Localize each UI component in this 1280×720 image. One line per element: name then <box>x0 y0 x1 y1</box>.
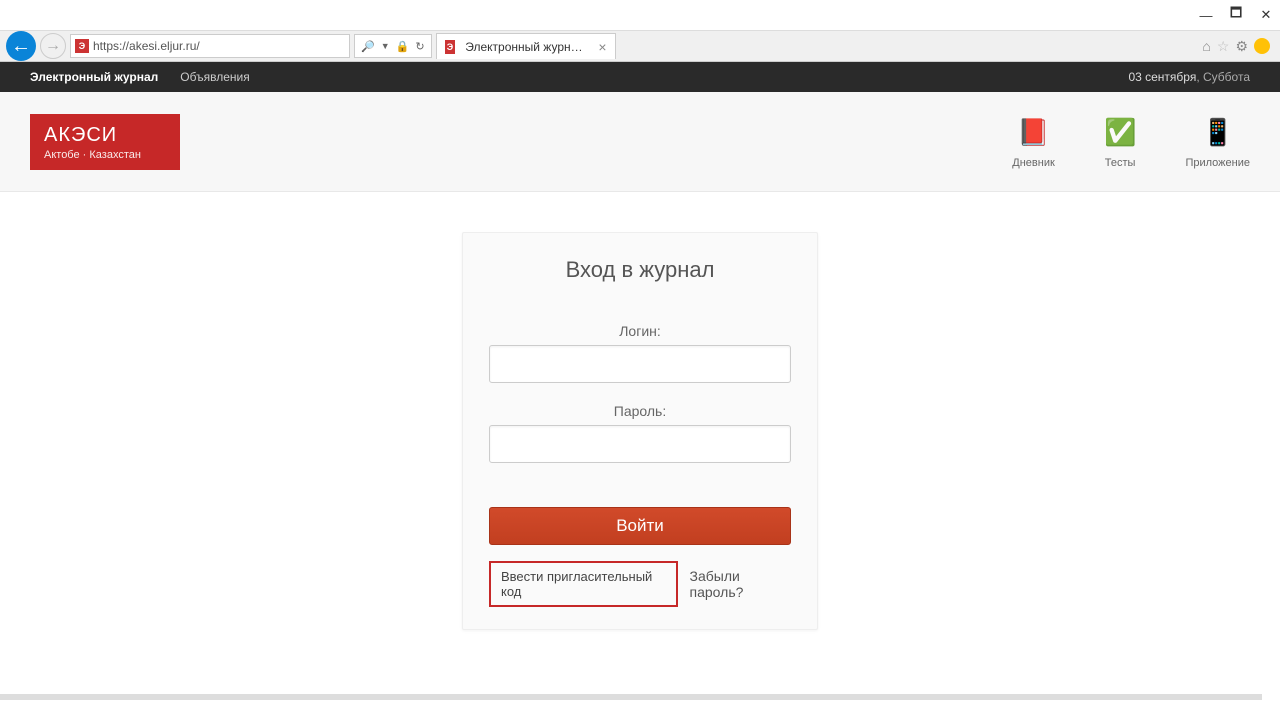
dropdown-icon[interactable]: ▼ <box>381 41 390 51</box>
address-bar[interactable]: Э https://akesi.eljur.ru/ <box>70 34 350 58</box>
site-logo[interactable]: АКЭСИ Актобе · Казахстан <box>30 114 180 170</box>
header-link-diary[interactable]: 📕 Дневник <box>1012 115 1055 169</box>
tab-close-icon[interactable]: × <box>598 39 606 55</box>
diary-icon: 📕 <box>1019 115 1049 151</box>
forgot-password-link[interactable]: Забыли пароль? <box>690 568 791 600</box>
lock-icon: 🔒 <box>396 40 410 53</box>
tests-label: Тесты <box>1105 157 1136 169</box>
logo-title: АКЭСИ <box>44 124 166 147</box>
site-icon: Э <box>75 39 89 53</box>
invite-code-link[interactable]: Ввести пригласительный код <box>489 561 678 607</box>
nav-back-button[interactable]: ← <box>6 31 36 61</box>
site-topbar: Электронный журнал Объявления 03 сентябр… <box>0 62 1280 92</box>
password-label: Пароль: <box>489 403 791 419</box>
topbar-date: 03 сентября, Суббота <box>1128 70 1250 84</box>
bottom-scrollbar[interactable] <box>0 694 1262 700</box>
arrow-right-icon: → <box>45 37 61 55</box>
gear-icon[interactable]: ⚙ <box>1235 38 1248 55</box>
site-header: АКЭСИ Актобе · Казахстан 📕 Дневник ✅ Тес… <box>0 92 1280 192</box>
login-input[interactable] <box>489 345 791 383</box>
tab-title: Электронный журнал — А... <box>465 40 584 54</box>
address-controls: 🔎 ▼ 🔒 ↻ <box>354 34 432 58</box>
nav-announcements[interactable]: Объявления <box>180 70 249 84</box>
password-input[interactable] <box>489 425 791 463</box>
minimize-button[interactable]: — <box>1200 9 1212 21</box>
app-icon: 📱 <box>1203 115 1233 151</box>
browser-toolbar: ← → Э https://akesi.eljur.ru/ 🔎 ▼ 🔒 ↻ Э … <box>0 30 1280 62</box>
logo-subtitle: Актобе · Казахстан <box>44 149 166 161</box>
close-button[interactable]: ✕ <box>1260 9 1272 21</box>
diary-label: Дневник <box>1012 157 1055 169</box>
tests-icon: ✅ <box>1105 115 1135 151</box>
login-title: Вход в журнал <box>489 257 791 283</box>
toolbar-right-icons: ⌂ ☆ ⚙ <box>1202 38 1274 55</box>
login-card: Вход в журнал Логин: Пароль: Войти Ввест… <box>462 232 818 630</box>
arrow-left-icon: ← <box>11 35 31 58</box>
page-body: Вход в журнал Логин: Пароль: Войти Ввест… <box>0 192 1280 670</box>
submit-button[interactable]: Войти <box>489 507 791 545</box>
browser-tab[interactable]: Э Электронный журнал — А... × <box>436 33 616 59</box>
smiley-icon[interactable] <box>1254 38 1270 54</box>
login-label: Логин: <box>489 323 791 339</box>
nav-journal[interactable]: Электронный журнал <box>30 70 158 84</box>
header-link-tests[interactable]: ✅ Тесты <box>1105 115 1136 169</box>
search-icon[interactable]: 🔎 <box>361 40 375 53</box>
star-icon[interactable]: ☆ <box>1217 38 1230 55</box>
url-text: https://akesi.eljur.ru/ <box>93 39 200 53</box>
refresh-icon[interactable]: ↻ <box>415 40 424 53</box>
window-titlebar: — 🗖 ✕ <box>0 0 1280 30</box>
app-label: Приложение <box>1185 157 1250 169</box>
nav-forward-button[interactable]: → <box>40 33 66 59</box>
maximize-button[interactable]: 🗖 <box>1230 9 1242 21</box>
tab-favicon: Э <box>445 40 456 54</box>
home-icon[interactable]: ⌂ <box>1202 38 1210 54</box>
header-link-app[interactable]: 📱 Приложение <box>1185 115 1250 169</box>
